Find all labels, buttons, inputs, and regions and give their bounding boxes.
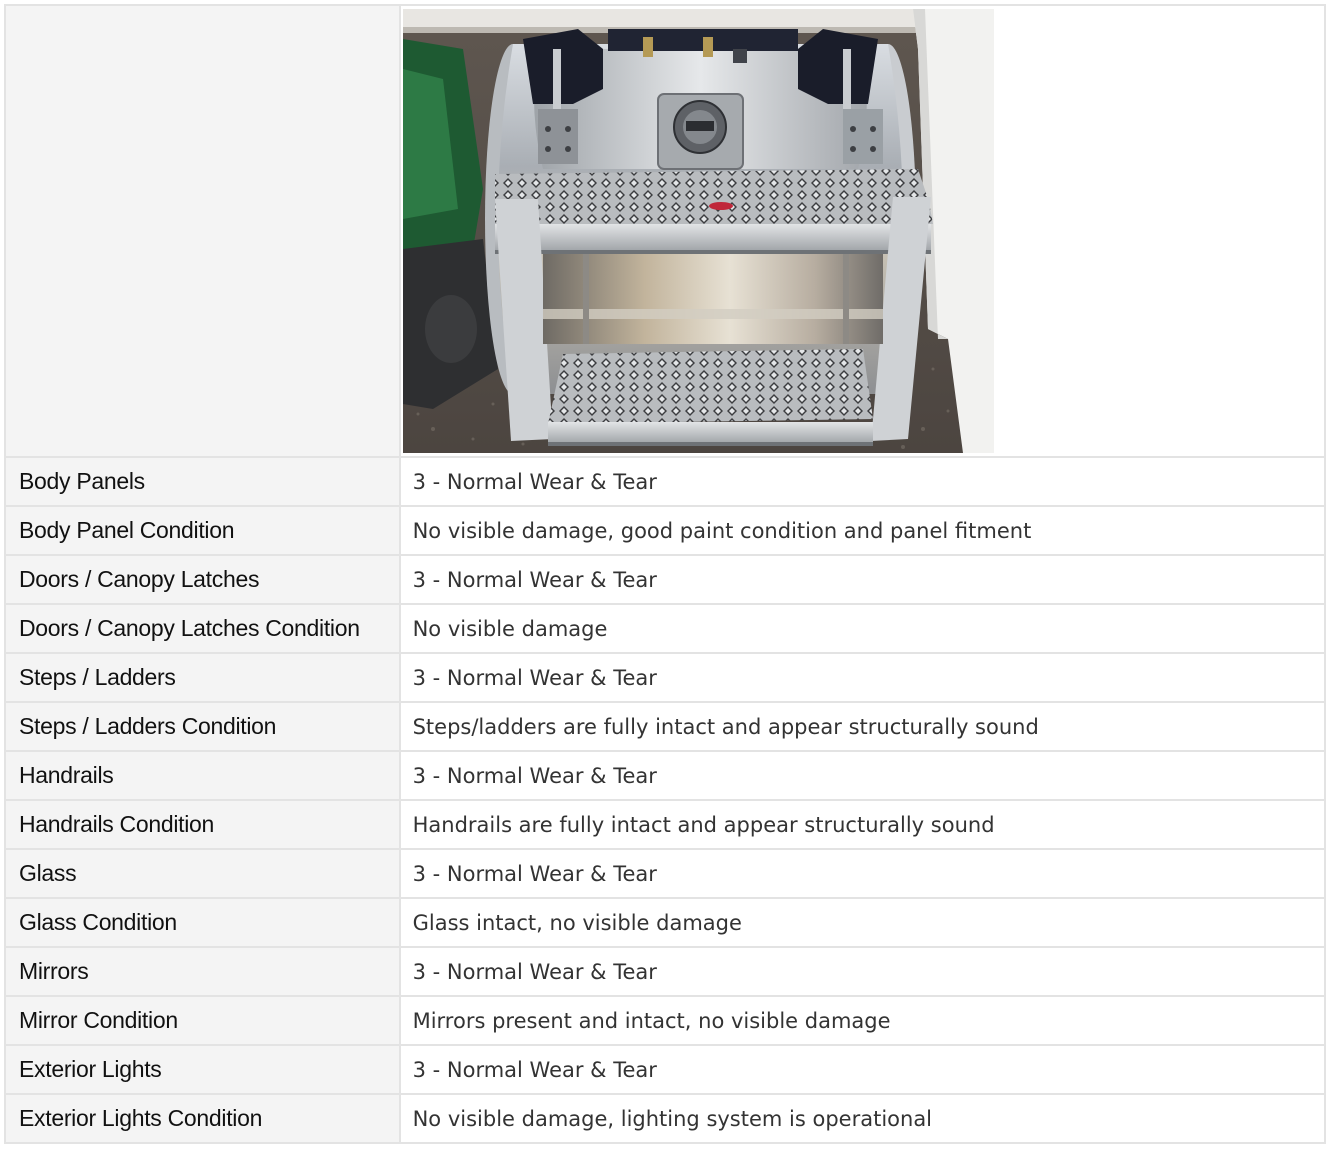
table-row: Exterior Lights Condition No visible dam…: [4, 1093, 1327, 1144]
row-label: Body Panels: [4, 456, 401, 507]
inspection-table: Body Panels 3 - Normal Wear & Tear Body …: [4, 4, 1327, 1144]
table-row: Body Panels 3 - Normal Wear & Tear: [4, 456, 1327, 507]
row-label: Body Panel Condition: [4, 505, 401, 556]
table-row: Mirror Condition Mirrors present and int…: [4, 995, 1327, 1046]
row-label: Steps / Ladders Condition: [4, 701, 401, 752]
table-row: Steps / Ladders 3 - Normal Wear & Tear: [4, 652, 1327, 703]
row-value: No visible damage, lighting system is op…: [398, 1093, 1327, 1144]
photo-cell: [398, 4, 1327, 458]
table-row: Exterior Lights 3 - Normal Wear & Tear: [4, 1044, 1327, 1095]
row-value: Handrails are fully intact and appear st…: [398, 799, 1327, 850]
row-value: 3 - Normal Wear & Tear: [398, 652, 1327, 703]
row-value: 3 - Normal Wear & Tear: [398, 750, 1327, 801]
row-label: Handrails Condition: [4, 799, 401, 850]
table-row: Doors / Canopy Latches Condition No visi…: [4, 603, 1327, 654]
row-value: 3 - Normal Wear & Tear: [398, 946, 1327, 997]
row-value: No visible damage, good paint condition …: [398, 505, 1327, 556]
row-label: Mirrors: [4, 946, 401, 997]
row-label: Exterior Lights Condition: [4, 1093, 401, 1144]
row-label: Steps / Ladders: [4, 652, 401, 703]
row-value: Steps/ladders are fully intact and appea…: [398, 701, 1327, 752]
table-row: Doors / Canopy Latches 3 - Normal Wear &…: [4, 554, 1327, 605]
photo-label-cell: [4, 4, 401, 458]
table-row: Handrails Condition Handrails are fully …: [4, 799, 1327, 850]
table-row: Handrails 3 - Normal Wear & Tear: [4, 750, 1327, 801]
row-value: No visible damage: [398, 603, 1327, 654]
row-value: 3 - Normal Wear & Tear: [398, 1044, 1327, 1095]
photo-row: [4, 4, 1327, 458]
row-value: Mirrors present and intact, no visible d…: [398, 995, 1327, 1046]
row-label: Doors / Canopy Latches: [4, 554, 401, 605]
table-row: Glass 3 - Normal Wear & Tear: [4, 848, 1327, 899]
row-value: Glass intact, no visible damage: [398, 897, 1327, 948]
table-row: Glass Condition Glass intact, no visible…: [4, 897, 1327, 948]
row-label: Glass: [4, 848, 401, 899]
row-label: Exterior Lights: [4, 1044, 401, 1095]
row-label: Doors / Canopy Latches Condition: [4, 603, 401, 654]
table-row: Steps / Ladders Condition Steps/ladders …: [4, 701, 1327, 752]
row-label: Handrails: [4, 750, 401, 801]
fuel-tank-photo[interactable]: [402, 9, 994, 453]
row-label: Glass Condition: [4, 897, 401, 948]
row-value: 3 - Normal Wear & Tear: [398, 848, 1327, 899]
table-row: Mirrors 3 - Normal Wear & Tear: [4, 946, 1327, 997]
row-value: 3 - Normal Wear & Tear: [398, 456, 1327, 507]
row-value: 3 - Normal Wear & Tear: [398, 554, 1327, 605]
row-label: Mirror Condition: [4, 995, 401, 1046]
table-row: Body Panel Condition No visible damage, …: [4, 505, 1327, 556]
